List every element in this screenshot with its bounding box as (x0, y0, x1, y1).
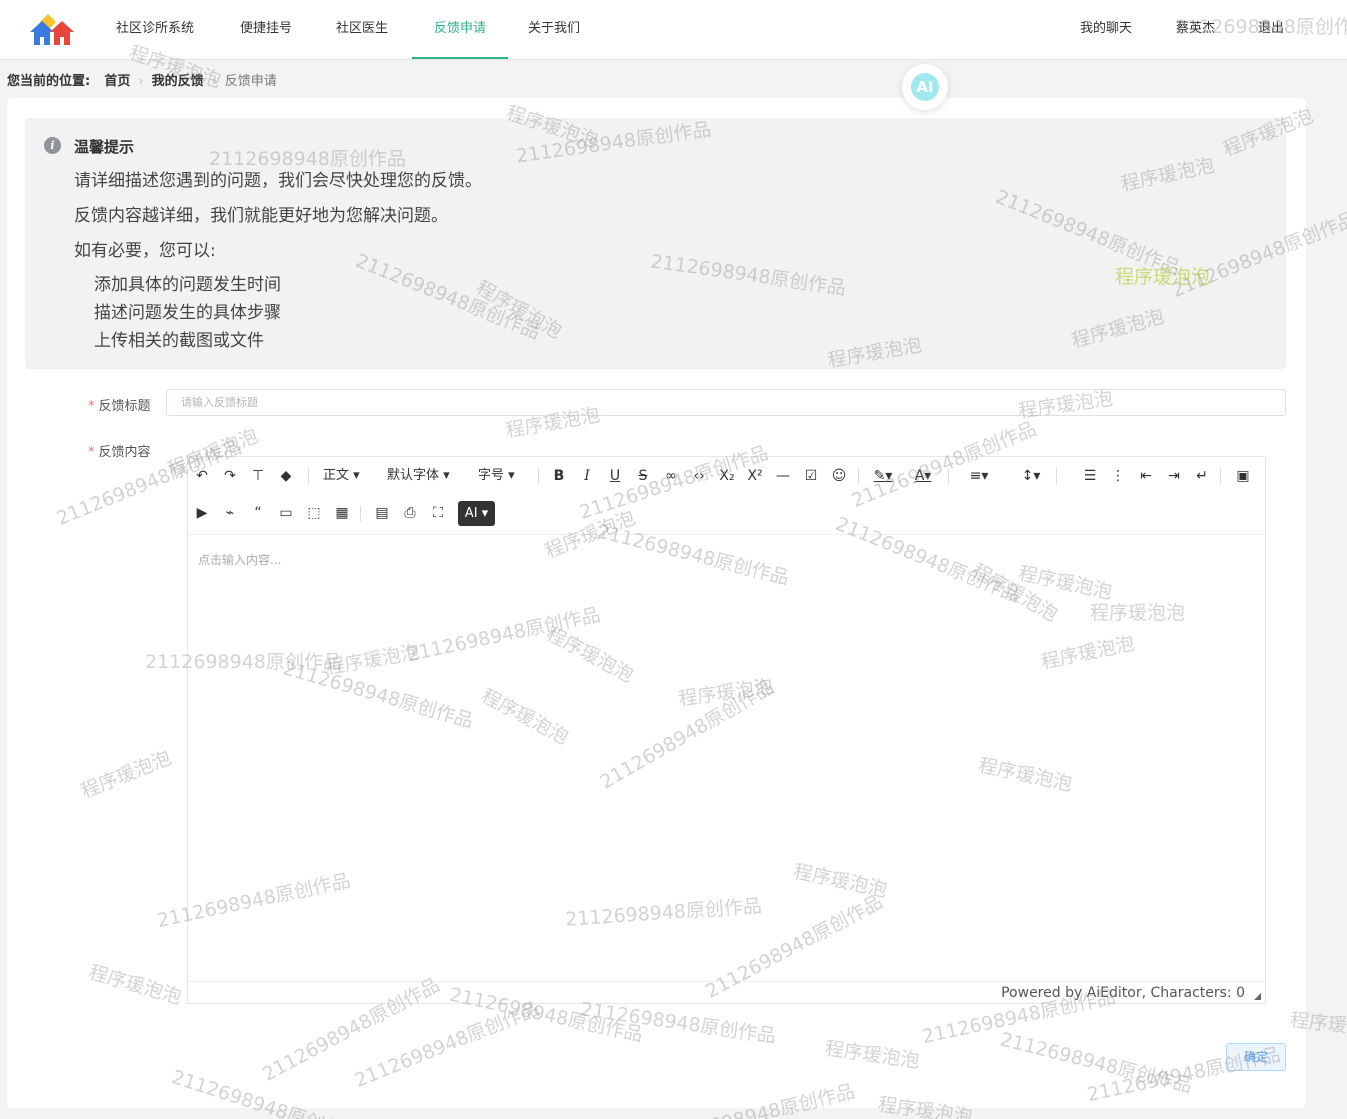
video-icon[interactable]: ▶ (191, 502, 213, 524)
format-painter-icon[interactable]: ⊤ (247, 465, 269, 487)
attachment-icon[interactable]: ⌁ (219, 502, 241, 524)
print-preview-icon[interactable]: ▤ (371, 502, 393, 524)
eraser-icon[interactable]: ◆ (275, 465, 297, 487)
required-mark: * (88, 445, 95, 460)
toolbar-divider (1056, 468, 1057, 484)
line-break-icon[interactable]: ↵ (1191, 465, 1213, 487)
font-family-select-label: 默认字体 (387, 468, 440, 483)
content-label-text: 反馈内容 (98, 445, 151, 460)
font-size-select-label: 字号 (478, 468, 505, 483)
content-label: * 反馈内容 (88, 441, 151, 460)
font-size-select[interactable]: 字号 ▾ (478, 465, 515, 487)
divider-line-icon[interactable]: — (772, 465, 794, 487)
breadcrumb-home[interactable]: 首页 (104, 74, 130, 89)
todo-checkbox-icon[interactable]: ☑ (800, 465, 822, 487)
nav-feedback-apply[interactable]: 反馈申请 (412, 0, 508, 59)
feedback-title-input[interactable] (166, 389, 1286, 416)
rich-text-editor: ↶ ↷ ⊤ ◆ 正文 ▾ 默认字体 ▾ 字号 ▾ B I U S ∞ ‹› X₂… (187, 456, 1266, 1004)
outdent-icon[interactable]: ⇤ (1135, 465, 1157, 487)
logout-link[interactable]: 退出 (1258, 0, 1284, 59)
italic-icon[interactable]: I (576, 465, 598, 487)
editor-footer: Powered by AiEditor, Characters: 0 (188, 981, 1265, 1003)
toolbar-divider (538, 468, 539, 484)
undo-icon[interactable]: ↶ (191, 465, 213, 487)
tip-sub-item: 添加具体的问题发生时间 (94, 275, 281, 295)
link-icon[interactable]: ∞ (660, 465, 682, 487)
bold-icon[interactable]: B (548, 465, 570, 487)
toolbar-divider (308, 468, 309, 484)
nav-clinic-system[interactable]: 社区诊所系统 (116, 0, 194, 59)
indent-icon[interactable]: ⇥ (1163, 465, 1185, 487)
breadcrumb-label: 您当前的位置: (7, 74, 91, 89)
tip-line: 反馈内容越详细，我们就能更好地为您解决问题。 (74, 206, 448, 226)
highlight-color-icon[interactable]: ✎▾ (868, 465, 898, 487)
breadcrumb-current: 反馈申请 (224, 74, 277, 89)
breadcrumb: 您当前的位置: 首页 › 我的反馈 › 反馈申请 (7, 70, 277, 89)
editor-placeholder: 点击输入内容... (198, 553, 282, 567)
toolbar-divider (948, 468, 949, 484)
image-icon[interactable]: ▣ (1232, 465, 1254, 487)
quote-icon[interactable]: “ (247, 502, 269, 524)
line-height-icon[interactable]: ↕▾ (1016, 465, 1046, 487)
toolbar-divider (360, 506, 361, 522)
table-icon[interactable]: ▦ (331, 502, 353, 524)
container-icon[interactable]: ⬚ (303, 502, 325, 524)
nav-quick-registration[interactable]: 便捷挂号 (240, 0, 292, 59)
breadcrumb-separator-icon: › (138, 74, 144, 89)
emoji-icon[interactable]: ☺ (828, 465, 850, 487)
editor-ai-button[interactable]: AI ▾ (458, 501, 495, 526)
subscript-icon[interactable]: X₂ (716, 465, 738, 487)
ordered-list-icon[interactable]: ⋮ (1107, 465, 1129, 487)
tip-title: 温馨提示 (74, 138, 135, 156)
home-logo-icon[interactable] (28, 12, 76, 48)
tip-line: 请详细描述您遇到的问题，我们会尽快处理您的反馈。 (74, 171, 482, 191)
title-label: * 反馈标题 (88, 395, 151, 414)
editor-status: Powered by AiEditor, Characters: 0 (1001, 985, 1245, 1001)
top-navbar: 社区诊所系统 便捷挂号 社区医生 反馈申请 关于我们 我的聊天 蔡英杰 退出 (0, 0, 1347, 60)
strikethrough-icon[interactable]: S (632, 465, 654, 487)
breadcrumb-separator-icon: › (211, 74, 217, 89)
redo-icon[interactable]: ↷ (219, 465, 241, 487)
paragraph-select[interactable]: 正文 ▾ (323, 465, 360, 487)
nav-community-doctor[interactable]: 社区医生 (336, 0, 388, 59)
toolbar-divider (1220, 468, 1221, 484)
ai-assistant-button[interactable]: AI (902, 64, 948, 110)
fullscreen-icon[interactable]: ⛶ (427, 502, 449, 524)
editor-ai-label: AI (464, 506, 478, 521)
superscript-icon[interactable]: X² (744, 465, 766, 487)
print-icon[interactable]: ⎙ (399, 502, 421, 524)
title-label-text: 反馈标题 (98, 399, 151, 414)
bullet-list-icon[interactable]: ☰ (1079, 465, 1101, 487)
nav-my-chat[interactable]: 我的聊天 (1080, 0, 1132, 59)
code-icon[interactable]: ‹› (688, 465, 710, 487)
code-block-icon[interactable]: ▭ (275, 502, 297, 524)
font-family-select[interactable]: 默认字体 ▾ (387, 465, 450, 487)
confirm-button[interactable]: 确定 (1226, 1043, 1286, 1071)
tip-sub-item: 描述问题发生的具体步骤 (94, 303, 281, 323)
font-color-icon[interactable]: A▾ (908, 465, 938, 487)
breadcrumb-my-feedback[interactable]: 我的反馈 (152, 74, 204, 89)
resize-handle-icon[interactable] (1254, 993, 1261, 1000)
tip-line: 如有必要，您可以: (74, 241, 216, 261)
nav-about-us[interactable]: 关于我们 (528, 0, 580, 59)
underline-icon[interactable]: U (604, 465, 626, 487)
ai-assistant-icon: AI (911, 73, 939, 101)
user-name[interactable]: 蔡英杰 (1176, 0, 1215, 59)
info-icon: i (44, 137, 61, 154)
align-icon[interactable]: ≡▾ (964, 465, 994, 487)
required-mark: * (88, 399, 95, 414)
toolbar-divider (858, 468, 859, 484)
editor-toolbar: ↶ ↷ ⊤ ◆ 正文 ▾ 默认字体 ▾ 字号 ▾ B I U S ∞ ‹› X₂… (188, 457, 1265, 535)
paragraph-select-label: 正文 (323, 468, 350, 483)
tip-sub-item: 上传相关的截图或文件 (94, 331, 264, 351)
editor-content-area[interactable]: 点击输入内容... (188, 535, 1265, 983)
